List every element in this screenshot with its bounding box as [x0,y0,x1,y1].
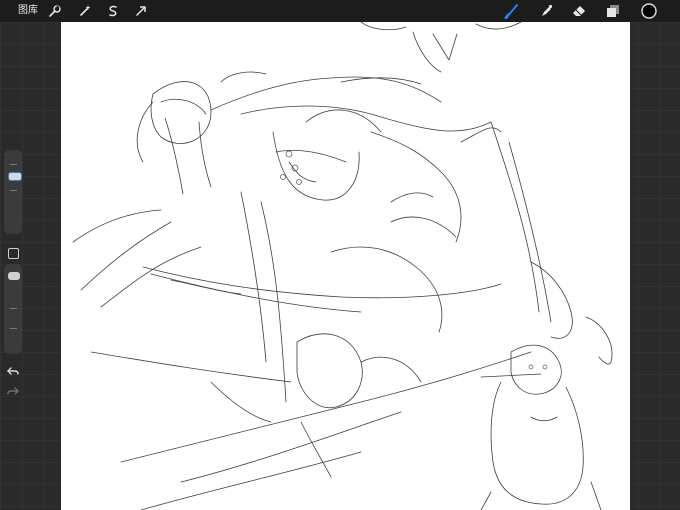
layers-icon[interactable] [604,2,622,20]
left-sidebar [2,150,22,400]
top-toolbar: 图库 [0,0,680,22]
slider-tick [10,328,17,329]
magic-wand-icon[interactable] [76,2,94,20]
brush-size-thumb[interactable] [8,172,22,181]
eraser-icon[interactable] [570,2,588,20]
procreate-app: 图库 [0,0,680,510]
smudge-icon[interactable] [537,2,555,20]
sketch-artwork [72,22,613,510]
undo-icon[interactable] [6,364,20,378]
selection-icon[interactable] [104,2,122,20]
opacity-thumb[interactable] [8,272,20,280]
drawing-canvas[interactable] [61,22,630,510]
slider-tick [10,164,17,165]
opacity-slider[interactable] [4,264,22,354]
color-swatch[interactable] [640,2,658,20]
slider-tick [10,190,17,191]
redo-icon[interactable] [6,384,20,398]
transform-arrow-icon[interactable] [132,2,150,20]
brush-size-slider[interactable] [4,150,22,234]
brush-icon[interactable] [503,2,521,20]
modify-button[interactable] [8,248,19,259]
slider-tick [10,308,17,309]
gallery-button[interactable]: 图库 [18,4,38,18]
wrench-icon[interactable] [46,2,64,20]
